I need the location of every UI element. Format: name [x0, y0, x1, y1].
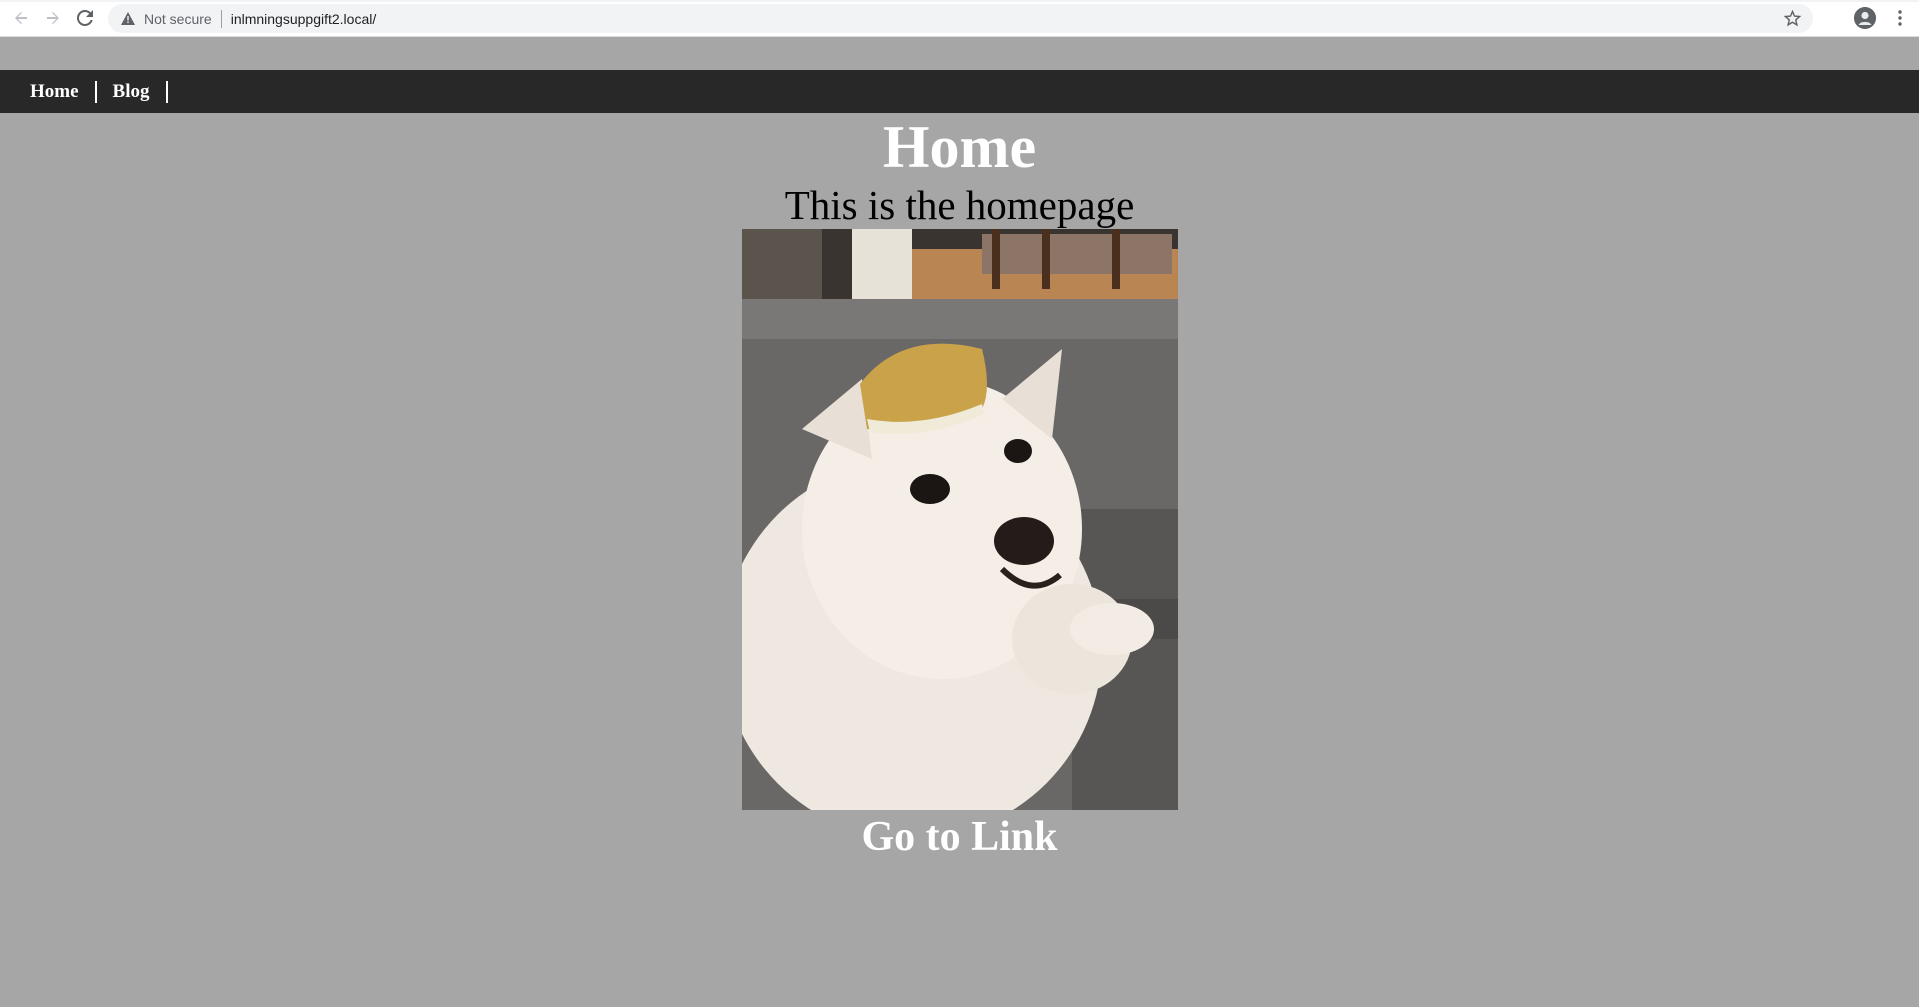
- nav-home-link[interactable]: Home: [14, 80, 97, 103]
- kebab-menu-icon: [1898, 10, 1902, 26]
- reload-icon: [77, 10, 93, 26]
- nav-blog-link[interactable]: Blog: [97, 80, 168, 103]
- bookmark-star-icon[interactable]: [1783, 9, 1802, 27]
- address-bar[interactable]: Not secure inlmningsuppgift2.local/: [108, 4, 1813, 33]
- reload-button[interactable]: [74, 7, 96, 29]
- url-text[interactable]: inlmningsuppgift2.local/: [231, 11, 377, 27]
- go-to-link-container: Go to Link: [0, 812, 1919, 862]
- profile-button[interactable]: [1854, 7, 1876, 29]
- go-to-link[interactable]: Go to Link: [861, 814, 1057, 860]
- security-status-label[interactable]: Not secure: [144, 11, 212, 27]
- back-button[interactable]: [10, 7, 32, 29]
- site-navbar: Home Blog: [0, 70, 1919, 113]
- dog-photo: [742, 229, 1178, 810]
- account-icon: [1854, 7, 1876, 29]
- page-title: Home: [882, 114, 1037, 180]
- browser-menu-button[interactable]: [1890, 8, 1910, 28]
- arrow-left-icon: [15, 12, 27, 24]
- warning-triangle-icon[interactable]: [120, 11, 136, 27]
- forward-button[interactable]: [42, 7, 64, 29]
- arrow-right-icon: [47, 12, 59, 24]
- omnibox-divider: [220, 9, 222, 28]
- page-subtitle: This is the homepage: [784, 182, 1135, 228]
- browser-toolbar: Not secure inlmningsuppgift2.local/: [0, 0, 1919, 37]
- tab-strip-edge: [0, 0, 1919, 2]
